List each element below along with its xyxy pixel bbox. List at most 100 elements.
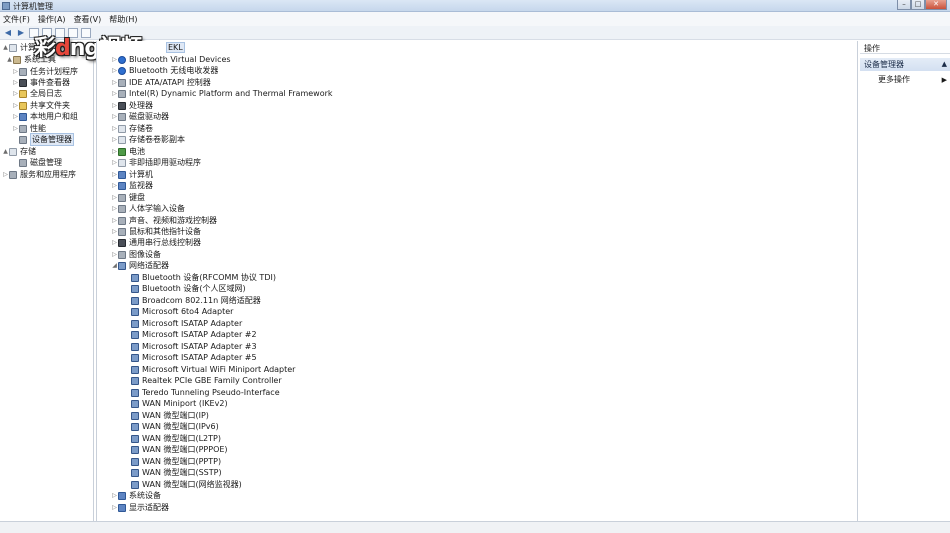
tree-item-services-apps[interactable]: ▷ 服务和应用程序 bbox=[2, 169, 76, 180]
tree-item-task-scheduler[interactable]: ▷ 任务计划程序 bbox=[12, 66, 78, 77]
expand-icon[interactable]: ▷ bbox=[111, 67, 118, 74]
expand-icon[interactable]: ▷ bbox=[111, 251, 118, 258]
expand-icon[interactable]: ▷ bbox=[111, 159, 118, 166]
network-adapter-item[interactable]: Realtek PCIe GBE Family Controller bbox=[131, 375, 282, 386]
expand-icon[interactable]: ▷ bbox=[111, 217, 118, 224]
collapse-icon[interactable]: ▲ bbox=[2, 148, 9, 155]
network-adapter-item[interactable]: Broadcom 802.11n 网络适配器 bbox=[131, 295, 261, 306]
expand-icon[interactable]: ▷ bbox=[111, 125, 118, 132]
device-group[interactable]: ▷ 监视器 bbox=[111, 180, 153, 191]
submenu-arrow-icon: ▶ bbox=[941, 76, 947, 84]
network-adapter-item[interactable]: WAN 微型端口(SSTP) bbox=[131, 467, 222, 478]
collapse-caret-icon[interactable]: ▲ bbox=[942, 58, 947, 71]
device-group[interactable]: ▷ 图像设备 bbox=[111, 249, 161, 260]
menu-action[interactable]: 操作(A) bbox=[38, 14, 66, 25]
forward-icon[interactable]: ▶ bbox=[16, 28, 26, 38]
volume-icon bbox=[118, 124, 126, 133]
menu-view[interactable]: 查看(V) bbox=[74, 14, 102, 25]
expand-icon[interactable]: ▷ bbox=[111, 56, 118, 63]
tree-item-storage[interactable]: ▲ 存储 bbox=[2, 146, 36, 157]
device-group[interactable]: ▷ 存储卷卷影副本 bbox=[111, 134, 185, 145]
expand-icon[interactable]: ▷ bbox=[12, 79, 19, 86]
tree-item-device-manager[interactable]: 设备管理器 bbox=[12, 133, 74, 146]
more-actions-item[interactable]: 更多操作 ▶ bbox=[878, 74, 950, 86]
network-adapter-item[interactable]: Microsoft ISATAP Adapter #3 bbox=[131, 341, 257, 352]
device-group[interactable]: ▷ 计算机 bbox=[111, 169, 153, 180]
back-icon[interactable]: ◀ bbox=[3, 28, 13, 38]
device-group[interactable]: ▷ 声音、视频和游戏控制器 bbox=[111, 215, 217, 226]
device-group[interactable]: ▷ 电池 bbox=[111, 146, 145, 157]
network-adapter-item[interactable]: Bluetooth 设备(个人区域网) bbox=[131, 283, 246, 294]
network-adapter-item[interactable]: WAN 微型端口(PPPOE) bbox=[131, 444, 228, 455]
expand-icon[interactable]: ▷ bbox=[12, 125, 19, 132]
close-button[interactable]: ✕ bbox=[925, 0, 947, 10]
tree-item-local-users[interactable]: ▷ 本地用户和组 bbox=[12, 111, 78, 122]
device-group[interactable]: ▷ Bluetooth Virtual Devices bbox=[111, 54, 230, 65]
network-adapter-item[interactable]: WAN 微型端口(IP) bbox=[131, 410, 209, 421]
sound-icon bbox=[118, 216, 126, 225]
device-group[interactable]: ▷ 系统设备 bbox=[111, 490, 161, 501]
expand-icon[interactable]: ▷ bbox=[111, 228, 118, 235]
network-adapter-item[interactable]: Microsoft 6to4 Adapter bbox=[131, 306, 233, 317]
expand-icon[interactable]: ▷ bbox=[12, 90, 19, 97]
network-adapter-item[interactable]: WAN 微型端口(IPv6) bbox=[131, 421, 219, 432]
expand-icon[interactable]: ▷ bbox=[111, 504, 118, 511]
device-group[interactable]: ▷ 处理器 bbox=[111, 100, 153, 111]
network-adapter-icon bbox=[131, 445, 139, 454]
expand-icon[interactable]: ▷ bbox=[12, 102, 19, 109]
tree-item-disk-management[interactable]: 磁盘管理 bbox=[12, 157, 62, 168]
device-group[interactable]: ▷ 键盘 bbox=[111, 192, 145, 203]
expand-icon[interactable]: ▷ bbox=[111, 171, 118, 178]
device-group[interactable]: ▷ IDE ATA/ATAPI 控制器 bbox=[111, 77, 211, 88]
expand-icon[interactable]: ▷ bbox=[111, 492, 118, 499]
device-group[interactable]: ▷ 鼠标和其他指针设备 bbox=[111, 226, 201, 237]
expand-icon[interactable]: ▷ bbox=[111, 136, 118, 143]
tree-item-global-log[interactable]: ▷ 全局日志 bbox=[12, 88, 62, 99]
network-adapter-item[interactable]: Microsoft ISATAP Adapter #2 bbox=[131, 329, 257, 340]
expand-icon[interactable]: ▷ bbox=[111, 113, 118, 120]
device-tree-root[interactable]: EKL bbox=[159, 42, 185, 53]
expand-icon[interactable]: ▷ bbox=[12, 113, 19, 120]
window-controls: – □ ✕ bbox=[897, 0, 947, 10]
device-group[interactable]: ▷ 存储卷 bbox=[111, 123, 153, 134]
maximize-button[interactable]: □ bbox=[911, 0, 925, 10]
collapse-icon[interactable]: ▲ bbox=[2, 44, 9, 51]
device-group-network-adapters[interactable]: ◢ 网络适配器 bbox=[111, 260, 169, 271]
expand-icon[interactable]: ▷ bbox=[111, 102, 118, 109]
expand-icon[interactable]: ▷ bbox=[111, 148, 118, 155]
collapse-icon[interactable]: ◢ bbox=[111, 262, 118, 269]
network-adapter-item[interactable]: Microsoft ISATAP Adapter bbox=[131, 318, 242, 329]
collapse-icon[interactable]: ▲ bbox=[6, 56, 13, 63]
device-group[interactable]: ▷ 显示适配器 bbox=[111, 502, 169, 513]
menu-help[interactable]: 帮助(H) bbox=[109, 14, 137, 25]
actions-section-device-manager[interactable]: 设备管理器 ▲ bbox=[860, 58, 950, 71]
network-adapter-icon bbox=[131, 330, 139, 339]
expand-icon[interactable]: ▷ bbox=[2, 171, 9, 178]
expand-icon[interactable]: ▷ bbox=[111, 205, 118, 212]
expand-icon[interactable]: ▷ bbox=[12, 68, 19, 75]
network-adapter-item[interactable]: WAN 微型端口(网络监视器) bbox=[131, 479, 242, 490]
tree-item-event-viewer[interactable]: ▷ 事件查看器 bbox=[12, 77, 70, 88]
device-group[interactable]: ▷ Intel(R) Dynamic Platform and Thermal F… bbox=[111, 88, 332, 99]
network-adapter-item[interactable]: Teredo Tunneling Pseudo-Interface bbox=[131, 387, 280, 398]
tree-item-shared-folders[interactable]: ▷ 共享文件夹 bbox=[12, 100, 70, 111]
device-group[interactable]: ▷ 通用串行总线控制器 bbox=[111, 237, 201, 248]
network-adapter-item[interactable]: Microsoft Virtual WiFi Miniport Adapter bbox=[131, 364, 295, 375]
device-group[interactable]: ▷ 磁盘驱动器 bbox=[111, 111, 169, 122]
network-adapter-item[interactable]: Bluetooth 设备(RFCOMM 协议 TDI) bbox=[131, 272, 276, 283]
expand-icon[interactable]: ▷ bbox=[111, 194, 118, 201]
network-adapter-item[interactable]: Microsoft ISATAP Adapter #5 bbox=[131, 352, 257, 363]
device-group[interactable]: ▷ Bluetooth 无线电收发器 bbox=[111, 65, 218, 76]
minimize-button[interactable]: – bbox=[897, 0, 911, 10]
device-group[interactable]: ▷ 人体学输入设备 bbox=[111, 203, 185, 214]
network-adapter-item[interactable]: WAN Miniport (IKEv2) bbox=[131, 398, 228, 409]
menu-file[interactable]: 文件(F) bbox=[3, 14, 30, 25]
expand-icon[interactable]: ▷ bbox=[111, 90, 118, 97]
network-adapter-item[interactable]: WAN 微型端口(L2TP) bbox=[131, 433, 221, 444]
expand-icon[interactable]: ▷ bbox=[111, 239, 118, 246]
battery-icon bbox=[118, 147, 126, 156]
expand-icon[interactable]: ▷ bbox=[111, 79, 118, 86]
expand-icon[interactable]: ▷ bbox=[111, 182, 118, 189]
device-group[interactable]: ▷ 非即插即用驱动程序 bbox=[111, 157, 201, 168]
network-adapter-item[interactable]: WAN 微型端口(PPTP) bbox=[131, 456, 221, 467]
